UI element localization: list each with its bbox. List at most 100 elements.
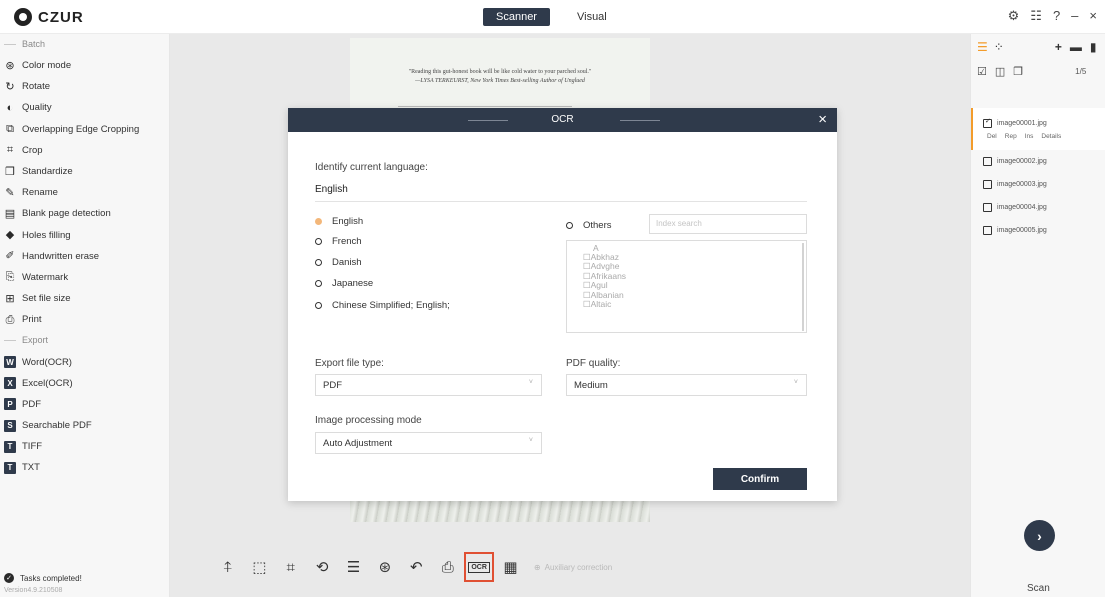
sidebar-item-label: Rotate: [22, 81, 50, 93]
export-type-value: PDF: [323, 380, 342, 391]
file-checkbox[interactable]: [983, 157, 992, 166]
sidebar-item-label: Print: [22, 314, 42, 326]
radio-icon: [315, 259, 322, 266]
others-label: Others: [583, 220, 612, 231]
file-row: image00002.jpg: [983, 157, 1047, 166]
crop-icon[interactable]: ⌗: [281, 557, 301, 577]
export-type-select[interactable]: PDF ˅: [315, 374, 542, 396]
sidebar-item-quality[interactable]: ◐ Quality: [0, 97, 169, 118]
file-action-details[interactable]: Details: [1041, 133, 1061, 140]
radio-danish[interactable]: Danish: [315, 257, 362, 268]
file-row: image00004.jpg: [983, 203, 1047, 212]
export-item-word-ocr[interactable]: W Word(OCR): [0, 351, 169, 372]
file-list-item[interactable]: image00004.jpg: [971, 196, 1105, 219]
qr-icon[interactable]: ▦: [501, 557, 521, 577]
dialog-close-icon[interactable]: ×: [818, 111, 827, 128]
compare-icon[interactable]: ◫: [995, 65, 1005, 78]
file-list-item[interactable]: image00003.jpg: [971, 173, 1105, 196]
export-list: W Word(OCR) X Excel(OCR) P PDF S Searchable PDF…: [0, 351, 169, 478]
sidebar-item-overlapping-edge-cropping[interactable]: ⧉ Overlapping Edge Cropping: [0, 119, 169, 140]
pdf-quality-select[interactable]: Medium ˅: [566, 374, 807, 396]
auxiliary-correction-button[interactable]: ⊕ Auxiliary correction: [534, 563, 612, 572]
file-list-item[interactable]: image00005.jpg: [971, 219, 1105, 242]
grid-view-icon[interactable]: ⁘: [994, 40, 1004, 54]
file-list-item[interactable]: image00001.jpgDel Rep Ins Details: [971, 108, 1105, 150]
ocr-icon[interactable]: OCR: [464, 552, 495, 582]
color-icon[interactable]: ⊛: [375, 557, 395, 577]
help-icon[interactable]: ?: [1053, 8, 1060, 24]
file-action-ins[interactable]: Ins: [1025, 133, 1034, 140]
sidebar-item-blank-page-detection[interactable]: ▤ Blank page detection: [0, 203, 169, 224]
message-icon[interactable]: ☷: [1030, 8, 1042, 24]
print-icon[interactable]: ⎙: [438, 557, 458, 577]
export-item-label: PDF: [22, 398, 41, 410]
tab-scanner[interactable]: Scanner: [483, 8, 550, 26]
other-languages-list[interactable]: A ☐Abkhaz ☐Advghe ☐Afrikaans ☐Agul ☐Albanian…: [566, 240, 807, 333]
sidebar-item-watermark[interactable]: ⎘ Watermark: [0, 267, 169, 288]
export-item-excel-ocr[interactable]: X Excel(OCR): [0, 373, 169, 394]
radio-others[interactable]: Others: [566, 220, 612, 231]
other-language-option[interactable]: ☐Albanian: [583, 290, 806, 300]
close-icon[interactable]: ×: [1089, 8, 1097, 24]
file-checkbox[interactable]: [983, 180, 992, 189]
confirm-button[interactable]: Confirm: [713, 468, 807, 490]
select-area-icon[interactable]: ⬚: [249, 557, 269, 577]
radio-chinese-english[interactable]: Chinese Simplified; English;: [315, 300, 450, 311]
option-label: Altaic: [590, 299, 612, 310]
export-item-tiff[interactable]: T TIFF: [0, 436, 169, 457]
list-scrollbar[interactable]: [802, 243, 804, 331]
sidebar-item-set-file-size[interactable]: ⊞ Set file size: [0, 288, 169, 309]
other-language-option[interactable]: ☐Afrikaans: [583, 271, 806, 281]
trash-icon[interactable]: ▮: [1090, 40, 1097, 54]
rotate-crop-icon[interactable]: ⟲: [312, 557, 332, 577]
current-language-value: English: [315, 184, 807, 202]
split-icon[interactable]: ⍏: [218, 557, 238, 577]
dialog-header: OCR ×: [288, 108, 837, 132]
tab-visual[interactable]: Visual: [564, 8, 620, 26]
add-icon[interactable]: +: [1055, 40, 1062, 54]
radio-french[interactable]: French: [315, 236, 362, 247]
undo-icon[interactable]: ↶: [406, 557, 426, 577]
sidebar-item-print[interactable]: ⎙ Print: [0, 309, 169, 330]
export-item-label: Word(OCR): [22, 356, 72, 368]
file-action-rep[interactable]: Rep: [1005, 133, 1017, 140]
radio-english[interactable]: English: [315, 216, 363, 227]
sidebar-item-label: Overlapping Edge Cropping: [22, 123, 140, 135]
crop-icon: ⌗: [6, 144, 14, 157]
sidebar-item-handwritten-erase[interactable]: ✐ Handwritten erase: [0, 246, 169, 267]
sidebar-item-crop[interactable]: ⌗ Crop: [0, 140, 169, 161]
sidebar-item-color-mode[interactable]: ⊛ Color mode: [0, 55, 169, 76]
tasks-status-text: Tasks completed!: [20, 573, 82, 583]
export-item-pdf[interactable]: P PDF: [0, 394, 169, 415]
file-checkbox[interactable]: [983, 226, 992, 235]
file-checkbox[interactable]: [983, 203, 992, 212]
sidebar-item-holes-filling[interactable]: ◆ Holes filling: [0, 225, 169, 246]
file-type-icon: T: [4, 461, 16, 474]
sidebar-item-rotate[interactable]: ↻ Rotate: [0, 76, 169, 97]
scan-button[interactable]: ›: [1024, 520, 1055, 551]
option-checkbox-icon: ☐: [583, 299, 591, 310]
sidebar-item-rename[interactable]: ✎ Rename: [0, 182, 169, 203]
other-language-option[interactable]: ☐Altaic: [583, 299, 806, 310]
file-list-item[interactable]: image00002.jpg: [971, 150, 1105, 173]
processing-mode-value: Auto Adjustment: [323, 438, 393, 449]
adjust-icon[interactable]: ☰: [344, 557, 364, 577]
processing-mode-select[interactable]: Auto Adjustment ˅: [315, 432, 542, 454]
minimize-icon[interactable]: –: [1071, 8, 1078, 24]
export-item-txt[interactable]: T TXT: [0, 457, 169, 478]
index-search-input[interactable]: Index search: [649, 214, 807, 234]
folder-icon[interactable]: ▬: [1070, 40, 1082, 54]
scanned-page-text: "Reading this gut-honest book will be li…: [365, 68, 635, 86]
export-item-searchable-pdf[interactable]: S Searchable PDF: [0, 415, 169, 436]
radio-japanese[interactable]: Japanese: [315, 278, 373, 289]
select-all-icon[interactable]: ☑: [977, 65, 987, 78]
settings-icon[interactable]: ⚙: [1008, 8, 1020, 24]
chevron-down-icon: ˅: [528, 379, 533, 386]
export-item-label: TXT: [22, 462, 40, 474]
copy-icon[interactable]: ❐: [1013, 65, 1023, 78]
file-checkbox[interactable]: [983, 117, 992, 128]
export-item-label: Excel(OCR): [22, 377, 73, 389]
list-view-icon[interactable]: ☰: [977, 40, 988, 54]
file-action-del[interactable]: Del: [987, 133, 997, 140]
sidebar-item-standardize[interactable]: ❒ Standardize: [0, 161, 169, 182]
